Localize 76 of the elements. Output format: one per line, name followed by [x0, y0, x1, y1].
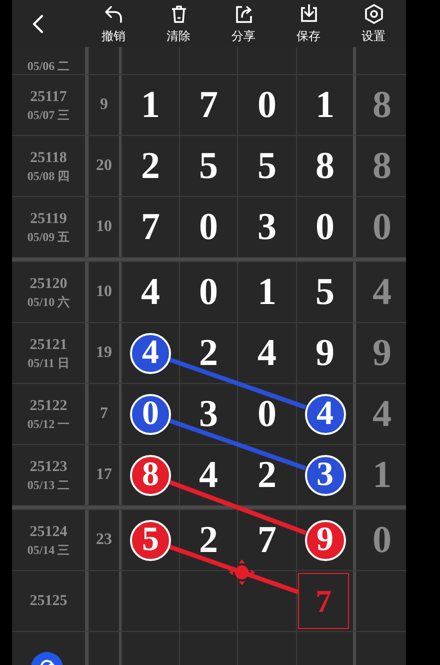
- sum-value: 9: [100, 96, 108, 114]
- digit: 2: [199, 521, 218, 559]
- issue-number: 25119: [30, 210, 67, 228]
- digit: 5: [316, 273, 334, 311]
- digit: 0: [316, 208, 334, 246]
- settings-icon: [362, 2, 384, 24]
- tail-digit: 4: [372, 273, 392, 311]
- number-ball: 3: [304, 454, 346, 496]
- draw-date: 05/10 六: [27, 294, 70, 310]
- number-ball: 5: [130, 520, 171, 560]
- sum-value: 23: [96, 531, 112, 549]
- save-button[interactable]: 保存: [276, 2, 341, 44]
- tail-digit: 0: [372, 208, 392, 246]
- tail-digit: 0: [372, 521, 392, 559]
- digit: 7: [141, 208, 160, 246]
- sum-value: 20: [96, 157, 112, 175]
- draw-date: 05/09 五: [27, 228, 70, 244]
- sum-value: 7: [100, 405, 108, 423]
- digit: 7: [199, 86, 218, 124]
- settings-button[interactable]: 设置: [341, 2, 406, 44]
- digit: 5: [199, 147, 218, 185]
- digit: 5: [258, 147, 276, 185]
- tail-digit: 4: [372, 395, 392, 433]
- drag-handle-icon[interactable]: [228, 559, 255, 586]
- number-ball: 4: [130, 332, 171, 374]
- tail-digit: 9: [372, 334, 392, 372]
- digit: 0: [258, 395, 276, 433]
- digit: 9: [316, 334, 334, 372]
- sum-value: 10: [96, 283, 112, 301]
- digit: 8: [316, 147, 334, 185]
- digit: 3: [258, 208, 276, 246]
- digit: 1: [258, 273, 276, 311]
- clear-button[interactable]: 清除: [146, 2, 211, 44]
- grid-cell: [122, 632, 179, 665]
- tail-digit: 8: [372, 86, 392, 124]
- draw-date: 05/11 日: [28, 354, 70, 370]
- digit: 7: [258, 521, 276, 559]
- digit: 2: [199, 334, 218, 372]
- digit: 0: [199, 273, 218, 311]
- issue-number: 25117: [30, 88, 67, 106]
- digit: 1: [141, 86, 160, 124]
- digit: 3: [199, 395, 218, 433]
- draw-date: 05/12 一: [27, 416, 70, 432]
- draw-date: 05/07 三: [27, 106, 70, 122]
- issue-number: 25125: [30, 592, 68, 610]
- draw-date: 05/14 三: [27, 542, 70, 558]
- issue-number: 25118: [30, 148, 67, 166]
- number-ball: 8: [130, 454, 171, 496]
- share-button[interactable]: 分享: [211, 2, 276, 44]
- sum-value: 19: [96, 344, 112, 362]
- issue-number: 25123: [30, 458, 68, 476]
- sum-value: 17: [96, 466, 112, 484]
- digit: 1: [316, 86, 334, 124]
- digit: 4: [199, 456, 218, 494]
- draw-date: 05/08 四: [27, 168, 70, 184]
- digit: 4: [258, 334, 276, 372]
- digit: 0: [258, 86, 276, 124]
- undo-button[interactable]: 撤销: [81, 2, 146, 44]
- issue-number: 25121: [30, 336, 68, 354]
- number-ball: 9: [304, 520, 346, 560]
- sum-value: 10: [96, 218, 112, 236]
- draw-date: 05/06 二: [27, 58, 70, 74]
- digit: 2: [141, 147, 160, 185]
- issue-number: 25122: [30, 396, 68, 414]
- digit: 4: [141, 273, 160, 311]
- issue-number: 25124: [30, 522, 68, 540]
- number-ball: 0: [130, 394, 171, 434]
- draw-date: 05/13 二: [27, 476, 70, 492]
- grid-cell: [353, 632, 406, 665]
- number-ball: 4: [304, 394, 346, 434]
- issue-number: 25120: [30, 274, 68, 292]
- digit: 0: [199, 208, 218, 246]
- back-icon: [32, 14, 44, 34]
- tail-digit: 1: [372, 456, 392, 494]
- digit: 2: [258, 456, 276, 494]
- tail-digit: 8: [372, 147, 392, 185]
